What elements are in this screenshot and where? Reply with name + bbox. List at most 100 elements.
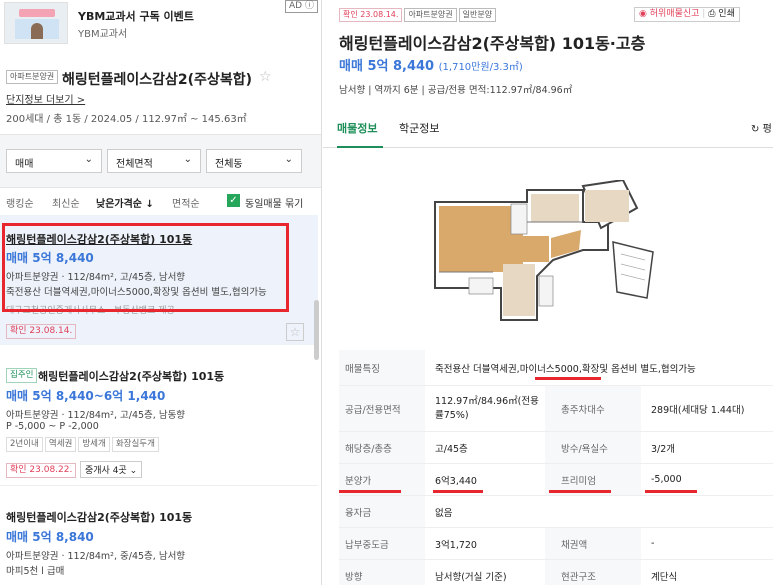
sale-type-tag: 일반분양 [458, 8, 497, 22]
listing-detail: 아파트분양권 · 112/84m², 중/45층, 남서향 [6, 551, 186, 562]
deal-type-select[interactable]: 매매 ⌄ [6, 149, 102, 173]
listing-title[interactable]: 해링턴플레이스감삼2(주상복합) 101동 [38, 368, 224, 384]
table-row: 방향 남서향(거실 기준) 현관구조 계단식 [339, 560, 773, 585]
sort-area[interactable]: 면적순 [172, 195, 200, 210]
refresh-label: 평 [762, 124, 772, 135]
report-button[interactable]: 허위매물신고 [650, 9, 700, 19]
highlight-box [2, 223, 289, 312]
agents-dropdown[interactable]: 중개사 4곳 ⌄ [80, 461, 143, 478]
table-row: 공급/전용면적 112.97㎡/84.96㎡(전용률75%) 총주차대수 289… [339, 386, 773, 432]
table-row: 납부중도금 3억1,720 채권액 - [339, 528, 773, 560]
floor-plan-image[interactable] [433, 180, 663, 328]
list-item[interactable]: 해링턴플레이스감삼2(주상복합) 101동 매매 5억 8,840 아파트분양권… [0, 487, 318, 585]
checkbox-checked-icon[interactable]: ✓ [227, 194, 240, 207]
table-cell: 고/45층 [435, 443, 468, 455]
complex-type-tag: 아파트분양권 [6, 70, 59, 84]
listing-price: 매매 5억 8,440~6억 1,440 [6, 389, 166, 403]
table-cell: 남서향(거실 기준) [435, 571, 507, 583]
table-row: 해당층/총층 고/45층 방수/욕실수 3/2개 [339, 432, 773, 464]
building-select[interactable]: 전체동 ⌄ [206, 149, 302, 173]
sort-bar: 랭킹순 최신순 낮은가격순 ↓ 면적순 ✓ 동일매물 묶기 [0, 188, 321, 214]
page: YBM교과서 구독 이벤트 YBM교과서 AD ⓘ 아파트분양권 해링턴플레이스… [0, 0, 773, 585]
owner-badge: 집주인 [6, 368, 38, 383]
table-header-cell: 현관구조 [545, 560, 641, 585]
detail-price-value: 매매 5억 8,440 [339, 59, 435, 74]
agents-count: 중개사 4곳 [85, 466, 127, 476]
table-header-cell: 방향 [339, 560, 425, 585]
annotation-underline [549, 490, 611, 493]
table-cell: 계단식 [651, 571, 678, 583]
annotation-underline [433, 490, 483, 493]
chevron-down-icon: ⌄ [129, 466, 138, 476]
table-cell: 289대(세대당 1.44대) [651, 404, 745, 416]
area-select[interactable]: 전체면적 ⌄ [107, 149, 201, 173]
ad-thumbnail [4, 2, 68, 44]
building-value: 전체동 [215, 159, 243, 170]
feature-tag: 2년이내 [6, 437, 43, 452]
listing-panel: YBM교과서 구독 이벤트 YBM교과서 AD ⓘ 아파트분양권 해링턴플레이스… [0, 0, 322, 585]
confirm-date-badge: 확인 23.08.22. [6, 463, 77, 478]
detail-meta: 남서향 | 역까지 6분 | 공급/전용 면적:112.97㎡/84.96㎡ [339, 85, 573, 96]
refresh-area-toggle[interactable]: ↻ 평 [751, 120, 772, 135]
detail-price: 매매 5억 8,440 (1,710만원/3.3㎡) [339, 55, 523, 74]
print-button[interactable]: 인쇄 [718, 9, 735, 19]
annotation-underline [535, 377, 601, 380]
confirm-date-badge: 확인 23.08.14. [6, 324, 77, 339]
listing-tags: 2년이내 역세권 방세개 화장실두개 [6, 437, 161, 452]
favorite-star-icon[interactable]: ☆ [259, 69, 272, 85]
listing-detail: 아파트분양권 · 112/84m², 고/45층, 남동향 [6, 410, 186, 421]
tab-listing-info[interactable]: 매물정보 [337, 120, 377, 136]
ad-banner[interactable]: YBM교과서 구독 이벤트 YBM교과서 AD ⓘ [0, 0, 321, 48]
sort-latest[interactable]: 최신순 [52, 195, 80, 210]
ad-title: YBM교과서 구독 이벤트 [78, 10, 194, 23]
feature-tag: 방세개 [78, 437, 110, 452]
detail-panel: 확인 23.08.14. 아파트분양권 일반분양 ◉ 허위매물신고 | ⎙ 인쇄 해… [323, 0, 773, 585]
detail-title: 해링턴플레이스감삼2(주상복합) 101동·고층 [339, 34, 646, 53]
filter-bar: 매매 ⌄ 전체면적 ⌄ 전체동 ⌄ [0, 134, 321, 188]
chevron-down-icon: ⌄ [284, 154, 293, 165]
list-item[interactable]: 집주인 해링턴플레이스감삼2(주상복합) 101동 매매 5억 8,440~6억… [0, 346, 318, 486]
listing-description: 마피5천 l 급매 [6, 566, 65, 577]
listing-title[interactable]: 해링턴플레이스감삼2(주상복합) 101동 [6, 509, 192, 525]
ad-subtitle: YBM교과서 [78, 29, 128, 40]
table-header-cell: 융자금 [339, 496, 425, 527]
type-tag: 아파트분양권 [404, 8, 457, 22]
annotation-underline [339, 490, 401, 493]
table-header-cell: 해당층/총층 [339, 432, 425, 463]
alert-icon: ◉ [639, 9, 647, 19]
confirm-date-badge: 확인 23.08.14. [339, 8, 403, 22]
ad-info-badge[interactable]: AD ⓘ [285, 0, 318, 13]
tab-school-info[interactable]: 학군정보 [399, 120, 439, 136]
table-cell: - [651, 538, 655, 549]
complex-info-link[interactable]: 단지정보 더보기 > [6, 91, 85, 106]
detail-tags: 확인 23.08.14. 아파트분양권 일반분양 [339, 7, 498, 22]
price-per-area: (1,710만원/3.3㎡) [438, 62, 523, 73]
print-icon: ⎙ [708, 9, 716, 19]
feature-tag: 역세권 [44, 437, 77, 452]
sort-ranking[interactable]: 랭킹순 [6, 195, 34, 210]
table-row: 융자금 없음 [339, 496, 773, 528]
table-header-cell: 총주차대수 [545, 386, 641, 431]
deal-type-value: 매매 [15, 159, 34, 170]
table-cell: 3억1,720 [435, 539, 477, 551]
chevron-down-icon: ⌄ [183, 154, 192, 165]
table-cell: 112.97㎡/84.96㎡(전용률75%) [435, 396, 539, 421]
feature-tag: 화장실두개 [111, 437, 159, 452]
scrollbar[interactable] [314, 300, 319, 360]
chevron-down-icon: ⌄ [84, 154, 93, 165]
table-cell: 없음 [435, 507, 453, 519]
table-header-cell: 채권액 [545, 528, 641, 559]
table-header-cell: 매물특징 [339, 350, 425, 385]
annotation-underline [645, 490, 697, 493]
sort-low-price[interactable]: 낮은가격순 ↓ [96, 195, 154, 210]
complex-summary: 200세대 / 총 1동 / 2024.05 / 112.97㎡ ~ 145.6… [6, 114, 247, 125]
complex-title: 해링턴플레이스감삼2(주상복합) [62, 72, 252, 88]
table-header-cell: 공급/전용면적 [339, 386, 425, 431]
table-row: 매물특징 죽전용산 더블역세권,마이너스5000,확장및 옵션비 별도,협의가능 [339, 350, 773, 386]
same-listing-label[interactable]: 동일매물 묶기 [245, 195, 303, 210]
favorite-star-icon[interactable]: ☆ [286, 323, 304, 341]
table-cell: 3/2개 [651, 443, 676, 455]
listing-price: 매매 5억 8,840 [6, 530, 94, 544]
refresh-icon: ↻ [751, 124, 760, 135]
active-tab-indicator [337, 146, 383, 148]
